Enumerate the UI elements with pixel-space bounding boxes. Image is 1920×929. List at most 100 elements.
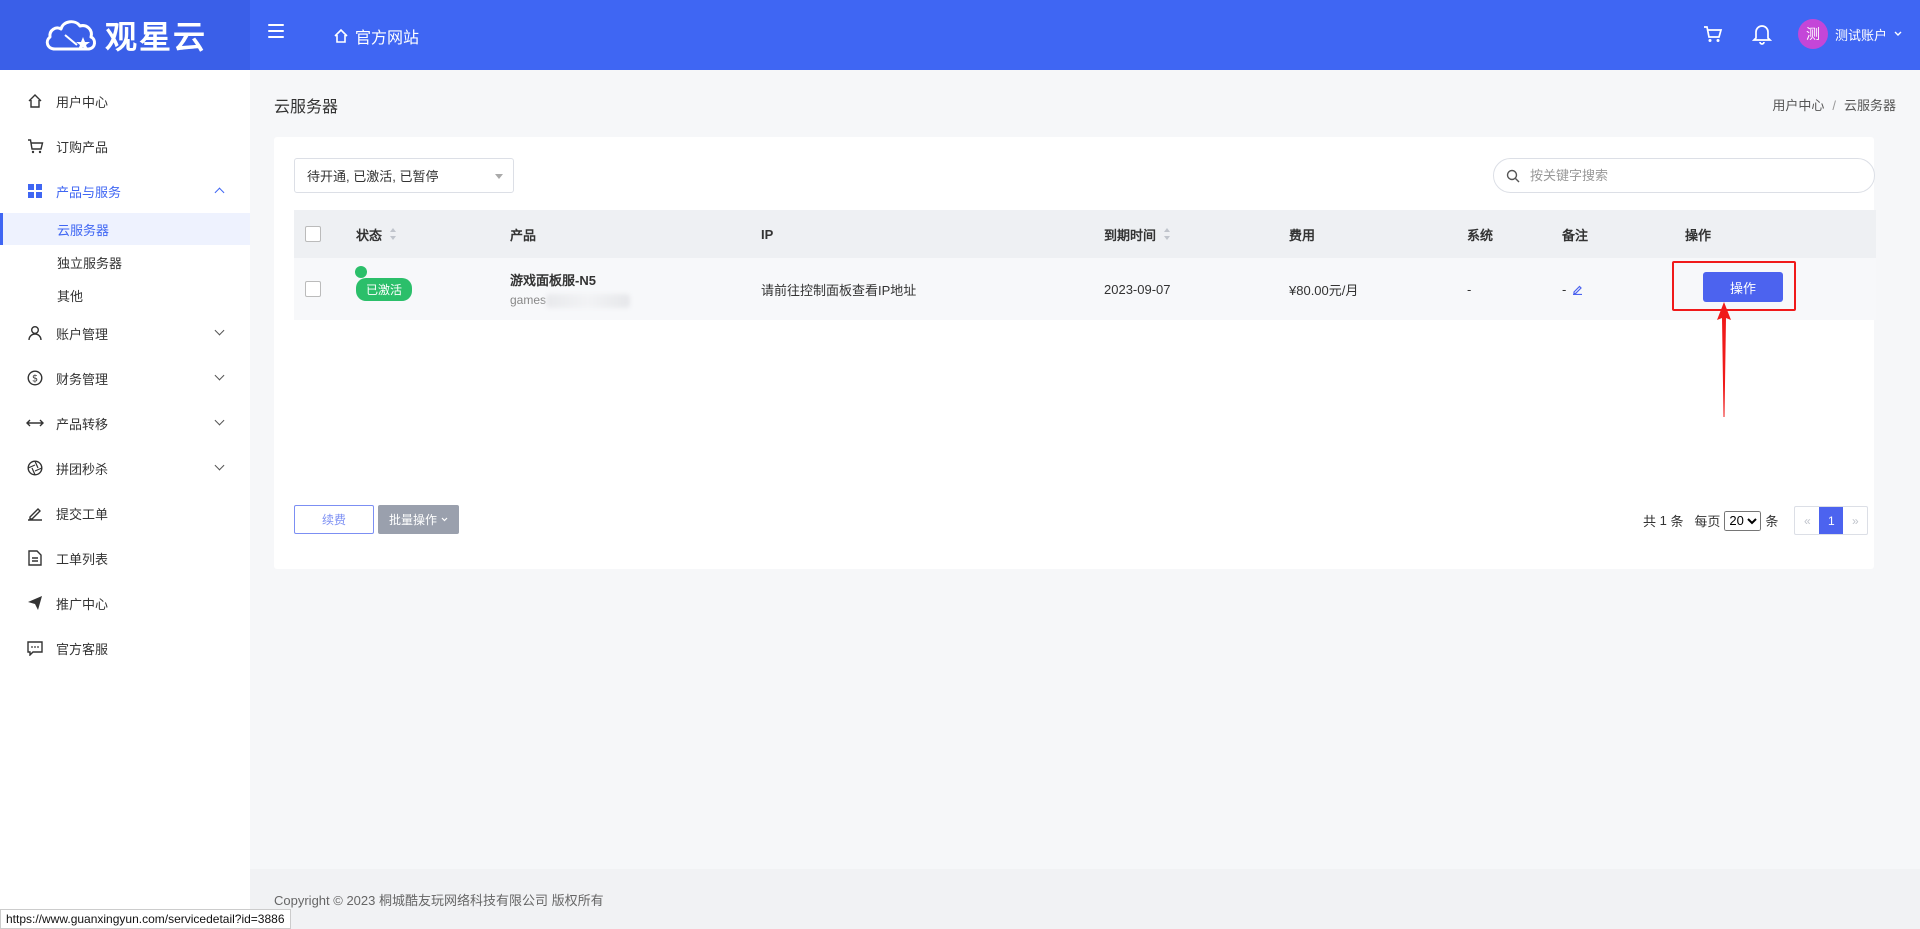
home-icon bbox=[334, 28, 348, 43]
sidebar-item-user-center[interactable]: 用户中心 bbox=[0, 79, 250, 123]
sidebar-item-label: 工单列表 bbox=[56, 551, 109, 567]
sidebar-item-transfer[interactable]: 产品转移 bbox=[0, 401, 250, 445]
page-title: 云服务器 bbox=[274, 99, 339, 116]
sidebar-subitem-cloud-server[interactable]: 云服务器 bbox=[0, 213, 250, 245]
sidebar-subitem-label: 其他 bbox=[57, 288, 84, 304]
server-list-card: 待开通, 已激活, 已暂停 状态 产品 IP 到期时间 费用 系统 备注 操作 … bbox=[274, 137, 1876, 569]
ip-text: 请前往控制面板查看IP地址 bbox=[761, 282, 917, 298]
column-action: 操作 bbox=[1685, 210, 1711, 258]
dollar-icon: $ bbox=[26, 369, 44, 387]
column-label: 状态 bbox=[356, 227, 383, 243]
sidebar: 用户中心 订购产品 产品与服务 云服务器 独立服务器 其他 账户管理 $ 财务管… bbox=[0, 70, 250, 929]
column-label: 费用 bbox=[1289, 227, 1316, 243]
copyright-text: Copyright © 2023 桐城酷友玩网络科技有限公司 版权所有 bbox=[274, 893, 604, 908]
status-filter-select[interactable]: 待开通, 已激活, 已暂停 bbox=[294, 158, 514, 193]
sort-icon[interactable] bbox=[1164, 228, 1171, 240]
pagination: 共 1 条 每页 20 条 « 1 » bbox=[1643, 506, 1869, 535]
footer: Copyright © 2023 桐城酷友玩网络科技有限公司 版权所有 bbox=[250, 869, 1920, 929]
column-label: IP bbox=[761, 226, 774, 242]
column-expiry[interactable]: 到期时间 bbox=[1104, 210, 1171, 258]
total-prefix: 共 bbox=[1643, 514, 1657, 529]
status-bar-url: https://www.guanxingyun.com/servicedetai… bbox=[0, 909, 291, 929]
search-box[interactable] bbox=[1493, 158, 1875, 193]
fee-value: ¥80.00元/月 bbox=[1289, 282, 1359, 298]
column-status[interactable]: 状态 bbox=[356, 210, 397, 258]
sidebar-item-label: 提交工单 bbox=[56, 506, 109, 522]
sidebar-subitem-dedicated-server[interactable]: 独立服务器 bbox=[0, 246, 250, 278]
chat-icon bbox=[26, 639, 44, 657]
product-name[interactable]: 游戏面板服-N5 bbox=[510, 270, 596, 289]
table-row: 已激活 游戏面板服-N5 games 请前往控制面板查看IP地址 2023-09… bbox=[294, 258, 1876, 320]
product-host: games bbox=[510, 293, 631, 308]
caret-down-icon bbox=[495, 174, 503, 179]
sidebar-item-submit-ticket[interactable]: 提交工单 bbox=[0, 491, 250, 535]
edit-icon bbox=[26, 504, 44, 522]
column-label: 系统 bbox=[1467, 227, 1494, 243]
row-action-button[interactable]: 操作 bbox=[1703, 272, 1783, 302]
sidebar-subitem-other[interactable]: 其他 bbox=[0, 279, 250, 311]
sidebar-item-label: 产品转移 bbox=[56, 416, 109, 432]
batch-action-button[interactable]: 批量操作 bbox=[378, 505, 459, 534]
page-button-current[interactable]: 1 bbox=[1819, 507, 1844, 534]
svg-text:$: $ bbox=[32, 374, 38, 385]
column-label: 备注 bbox=[1562, 227, 1589, 243]
breadcrumb-current: 云服务器 bbox=[1843, 98, 1896, 113]
chevron-down-icon bbox=[1894, 31, 1902, 36]
renew-button[interactable]: 续费 bbox=[294, 505, 374, 534]
per-page-suffix: 条 bbox=[1765, 514, 1779, 529]
sidebar-subitem-label: 云服务器 bbox=[57, 222, 110, 238]
column-system: 系统 bbox=[1467, 210, 1493, 258]
top-bar: 观星云 官方网站 测 测试账户 bbox=[0, 0, 1920, 70]
sidebar-item-label: 拼团秒杀 bbox=[56, 461, 109, 477]
total-count: 1 bbox=[1659, 513, 1667, 528]
sidebar-item-account[interactable]: 账户管理 bbox=[0, 311, 250, 355]
sidebar-item-promotion[interactable]: 推广中心 bbox=[0, 581, 250, 625]
row-checkbox[interactable] bbox=[305, 281, 321, 297]
chevron-up-icon bbox=[214, 187, 225, 198]
sidebar-item-products[interactable]: 产品与服务 bbox=[0, 169, 250, 213]
sidebar-item-support[interactable]: 官方客服 bbox=[0, 626, 250, 670]
document-icon bbox=[26, 549, 44, 567]
status-filter-value: 待开通, 已激活, 已暂停 bbox=[307, 169, 439, 184]
next-page-button[interactable]: » bbox=[1843, 507, 1867, 534]
bell-icon[interactable] bbox=[1752, 23, 1772, 45]
column-note: 备注 bbox=[1562, 210, 1588, 258]
chevron-down-icon bbox=[214, 325, 225, 336]
chevron-down-icon bbox=[214, 460, 225, 471]
sidebar-item-finance[interactable]: $ 财务管理 bbox=[0, 356, 250, 400]
user-icon bbox=[26, 324, 44, 342]
search-input[interactable] bbox=[1530, 168, 1850, 183]
sidebar-item-ticket-list[interactable]: 工单列表 bbox=[0, 536, 250, 580]
note-value: - bbox=[1562, 281, 1567, 297]
batch-action-label: 批量操作 bbox=[388, 513, 437, 527]
column-fee: 费用 bbox=[1289, 210, 1315, 258]
sidebar-item-label: 账户管理 bbox=[56, 326, 109, 342]
per-page-select[interactable]: 20 bbox=[1724, 510, 1762, 531]
sort-icon[interactable] bbox=[390, 228, 397, 240]
breadcrumb: 用户中心 / 云服务器 bbox=[1772, 98, 1896, 113]
annotation-arrow-icon bbox=[1717, 302, 1731, 417]
sidebar-item-label: 官方客服 bbox=[56, 641, 109, 657]
column-label: 到期时间 bbox=[1104, 227, 1157, 243]
chevron-down-icon bbox=[214, 370, 225, 381]
official-site-label: 官方网站 bbox=[355, 30, 420, 47]
sidebar-item-order[interactable]: 订购产品 bbox=[0, 124, 250, 168]
per-page-label: 每页 bbox=[1694, 514, 1721, 529]
logo[interactable]: 观星云 bbox=[0, 0, 250, 70]
transfer-icon bbox=[26, 414, 44, 432]
official-site-link[interactable]: 官方网站 bbox=[333, 24, 419, 48]
chevron-down-icon bbox=[214, 415, 225, 426]
sidebar-item-label: 用户中心 bbox=[56, 94, 109, 110]
breadcrumb-user-center[interactable]: 用户中心 bbox=[1772, 98, 1824, 113]
cloud-star-logo-icon bbox=[45, 20, 96, 51]
sidebar-item-group-buy[interactable]: 拼团秒杀 bbox=[0, 446, 250, 490]
prev-page-button[interactable]: « bbox=[1795, 507, 1819, 534]
cart-icon[interactable] bbox=[1703, 24, 1723, 44]
search-icon bbox=[1506, 169, 1520, 182]
cart-icon bbox=[26, 137, 44, 155]
select-all-checkbox[interactable] bbox=[305, 226, 321, 242]
edit-note-icon[interactable] bbox=[1572, 284, 1583, 295]
sidebar-item-label: 推广中心 bbox=[56, 596, 109, 612]
menu-toggle-icon[interactable] bbox=[268, 24, 284, 40]
user-menu[interactable]: 测 测试账户 bbox=[1798, 19, 1902, 49]
